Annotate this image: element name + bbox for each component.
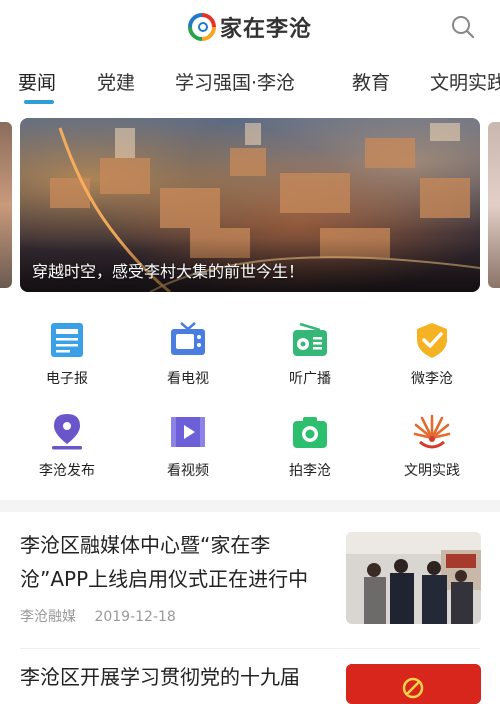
category-tabs: 要闻 党建 学习强国·李沧 教育 文明实践 xyxy=(0,60,500,108)
service-radio[interactable]: 听广播 xyxy=(260,320,360,388)
app-logo: 家在李沧 xyxy=(188,11,312,43)
tab-jiaoyu[interactable]: 教育 xyxy=(352,68,390,95)
banner-caption: 穿越时空，感受李村大集的前世今生！ xyxy=(32,262,305,281)
banner-carousel[interactable]: 穿越时空，感受李村大集的前世今生！ xyxy=(0,118,500,292)
service-label: 微李沧 xyxy=(411,371,453,387)
service-label: 听广播 xyxy=(289,371,331,387)
tab-yaowen[interactable]: 要闻 xyxy=(18,68,56,95)
service-epaper[interactable]: 电子报 xyxy=(17,320,117,388)
tab-xuexi[interactable]: 学习强国·李沧 xyxy=(175,68,295,95)
section-divider xyxy=(0,500,500,512)
service-label: 电子报 xyxy=(46,371,88,387)
app-title: 家在李沧 xyxy=(220,17,313,42)
news-item[interactable]: 李沧区开展学习贯彻党的十九届 xyxy=(0,660,500,704)
civilization-emblem-icon xyxy=(412,412,452,452)
shield-check-icon xyxy=(412,320,452,360)
tv-icon xyxy=(168,320,208,360)
tab-dangjian[interactable]: 党建 xyxy=(97,68,135,95)
video-icon xyxy=(168,412,208,452)
news-separator xyxy=(20,648,480,649)
swirl-logo-icon xyxy=(188,13,216,41)
camera-icon xyxy=(290,412,330,452)
prev-slide-peek[interactable] xyxy=(0,122,12,288)
service-label: 李沧发布 xyxy=(39,463,95,479)
service-photo[interactable]: 拍李沧 xyxy=(260,412,360,480)
service-label: 看电视 xyxy=(167,371,209,387)
radio-icon xyxy=(290,320,330,360)
service-label: 文明实践 xyxy=(404,463,460,479)
service-release[interactable]: 李沧发布 xyxy=(17,412,117,480)
news-item[interactable]: 李沧区融媒体中心暨“家在李沧”APP上线启用仪式正在进行中 李沧融媒 2019-… xyxy=(0,528,500,640)
next-slide-peek[interactable] xyxy=(488,122,500,288)
service-video[interactable]: 看视频 xyxy=(138,412,238,480)
service-label: 拍李沧 xyxy=(289,463,331,479)
newspaper-icon xyxy=(47,320,87,360)
banner-slide[interactable]: 穿越时空，感受李村大集的前世今生！ xyxy=(20,118,480,292)
news-title[interactable]: 李沧区开展学习贯彻党的十九届 xyxy=(20,660,335,694)
news-date: 2019-12-18 xyxy=(94,609,176,625)
news-meta: 李沧融媒 2019-12-18 xyxy=(20,606,190,626)
news-thumbnail[interactable] xyxy=(346,532,481,624)
service-label: 看视频 xyxy=(167,463,209,479)
service-civilization[interactable]: 文明实践 xyxy=(382,412,482,480)
active-tab-indicator xyxy=(24,100,54,104)
news-source: 李沧融媒 xyxy=(20,609,76,625)
tab-wenming[interactable]: 文明实践 xyxy=(430,68,500,95)
search-icon[interactable] xyxy=(450,14,476,40)
news-title[interactable]: 李沧区融媒体中心暨“家在李沧”APP上线启用仪式正在进行中 xyxy=(20,528,335,596)
service-tv[interactable]: 看电视 xyxy=(138,320,238,388)
service-weilicang[interactable]: 微李沧 xyxy=(382,320,482,388)
app-header: 家在李沧 xyxy=(0,0,500,56)
news-thumbnail[interactable] xyxy=(346,664,481,704)
pen-nib-icon xyxy=(47,412,87,452)
